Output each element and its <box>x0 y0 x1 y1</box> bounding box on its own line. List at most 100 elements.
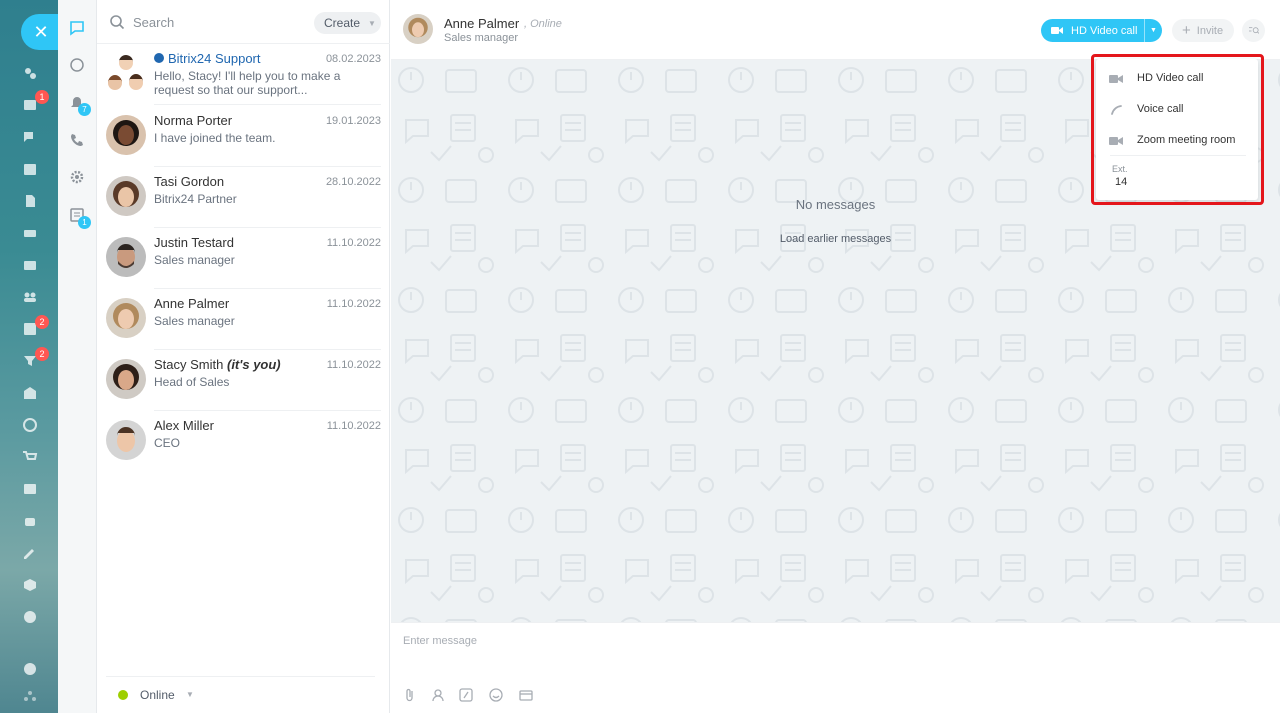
video-camera-icon <box>1051 27 1063 34</box>
paperclip-icon[interactable] <box>403 688 419 704</box>
chat-date: 11.10.2022 <box>326 420 381 432</box>
contact-center-icon[interactable] <box>21 480 39 498</box>
employees-icon[interactable] <box>21 288 39 306</box>
avatar <box>106 420 146 460</box>
search-messages-button[interactable] <box>1242 19 1265 42</box>
search-icon <box>109 14 125 30</box>
formatting-icon[interactable] <box>459 688 475 704</box>
header-position: Sales manager <box>444 32 518 44</box>
app-sidebar: ✕ 1 2 2 <box>0 0 61 713</box>
highlight-frame <box>1091 54 1264 205</box>
store-icon[interactable] <box>21 384 39 402</box>
avatar <box>106 176 146 216</box>
avatar <box>106 298 146 338</box>
marketing-icon[interactable] <box>21 416 39 434</box>
chat-name: Norma Porter <box>154 113 233 128</box>
divider <box>154 104 381 105</box>
recent-list: Create ▼ Bitrix24 Support 08.02.2023 Hell… <box>97 0 390 713</box>
chat-name: Bitrix24 Support <box>154 51 261 66</box>
tasks-badge: 2 <box>35 315 49 329</box>
search-list-icon <box>1248 26 1259 34</box>
chat-preview: I have joined the team. <box>154 131 276 145</box>
chat-preview: Hello, Stacy! I'll help you to make a re… <box>154 69 341 97</box>
chat-date: 11.10.2022 <box>326 237 381 249</box>
avatar <box>106 115 146 155</box>
search-bar: Create ▼ <box>97 0 390 44</box>
chat-name-text: Stacy Smith <box>154 357 224 372</box>
load-earlier-messages-link[interactable]: Load earlier messages <box>391 233 1280 245</box>
invite-label: Invite <box>1196 24 1224 37</box>
more-icon[interactable] <box>21 608 39 626</box>
chevron-down-icon[interactable]: ▼ <box>1144 19 1162 42</box>
chat-item-stacy-smith[interactable]: Stacy Smith (it's you) 11.10.2022 Head o… <box>97 350 390 411</box>
avatar <box>106 237 146 277</box>
activity-stream-icon[interactable] <box>21 64 39 82</box>
chat-name: Tasi Gordon <box>154 174 225 189</box>
avatar <box>106 359 146 399</box>
help-icon[interactable] <box>21 660 39 678</box>
messenger-nav: 7 1 <box>58 0 97 713</box>
chat-name: Anne Palmer <box>154 296 230 311</box>
message-composer <box>391 622 1280 713</box>
smile-icon[interactable] <box>489 688 505 704</box>
online-status-dot <box>118 690 128 700</box>
invite-button[interactable]: + Invite <box>1172 19 1234 42</box>
chat-item-alex-miller[interactable]: Alex Miller 11.10.2022 CEO <box>97 411 390 472</box>
calendar-icon[interactable] <box>21 160 39 178</box>
search-input[interactable] <box>133 12 303 32</box>
chat-item-tasi-gordon[interactable]: Tasi Gordon 28.10.2022 Bitrix24 Partner <box>97 167 390 228</box>
header-status: , Online <box>524 18 562 30</box>
chat-position: Bitrix24 Partner <box>154 192 237 206</box>
create-button-label: Create <box>324 16 361 30</box>
create-button[interactable]: Create ▼ <box>314 12 381 34</box>
phone-icon[interactable] <box>69 132 87 150</box>
chat-name: Alex Miller <box>154 418 214 433</box>
chat-date: 19.01.2023 <box>325 115 381 127</box>
crm-badge: 2 <box>35 347 49 361</box>
chevron-down-icon: ▼ <box>368 18 376 28</box>
header-name[interactable]: Anne Palmer <box>444 16 519 31</box>
chat-position: Head of Sales <box>154 375 230 389</box>
drive-icon[interactable] <box>21 224 39 242</box>
shop-cart-icon[interactable] <box>21 448 39 466</box>
chat-item-norma-porter[interactable]: Norma Porter 19.01.2023 I have joined th… <box>97 106 390 167</box>
open-lines-icon[interactable] <box>69 57 87 75</box>
chat-date: 28.10.2022 <box>325 176 381 188</box>
chat-name-text: Bitrix24 Support <box>168 51 261 66</box>
notifications-badge: 7 <box>78 103 91 116</box>
status-selector[interactable]: Online ▼ <box>106 676 375 713</box>
group-avatar <box>106 53 146 93</box>
gear-icon[interactable] <box>69 169 87 187</box>
apps-icon[interactable] <box>519 688 535 704</box>
user-icon[interactable] <box>431 688 447 704</box>
chat-icon[interactable] <box>21 128 39 146</box>
hd-video-call-button[interactable]: HD Video call ▼ <box>1041 19 1162 42</box>
chat-date: 08.02.2023 <box>325 53 381 65</box>
chat-item-anne-palmer[interactable]: Anne Palmer 11.10.2022 Sales manager <box>97 289 390 350</box>
message-input[interactable] <box>403 629 1263 653</box>
sign-icon[interactable] <box>21 544 39 562</box>
settings-dots-icon[interactable] <box>21 688 39 706</box>
chat-header: Anne Palmer , Online Sales manager HD Vi… <box>391 0 1280 60</box>
close-icon[interactable]: ✕ <box>21 14 61 50</box>
chat-name: Stacy Smith (it's you) <box>154 357 281 372</box>
chat-date: 11.10.2022 <box>326 298 381 310</box>
hd-video-call-label: HD Video call <box>1071 24 1138 37</box>
chat-item-bitrix24-support[interactable]: Bitrix24 Support 08.02.2023 Hello, Stacy… <box>97 44 390 105</box>
chat-position: Sales manager <box>154 314 235 328</box>
mail-icon[interactable] <box>21 256 39 274</box>
documents-icon[interactable] <box>21 192 39 210</box>
robot-icon[interactable] <box>21 512 39 530</box>
chat-item-justin-testard[interactable]: Justin Testard 11.10.2022 Sales manager <box>97 228 390 289</box>
chat-position: CEO <box>154 436 181 450</box>
inventory-icon[interactable] <box>21 576 39 594</box>
plus-icon: + <box>1182 22 1191 39</box>
chat-name: Justin Testard <box>154 235 234 250</box>
notes-badge: 1 <box>78 216 91 229</box>
chevron-down-icon: ▼ <box>186 690 194 699</box>
feed-badge: 1 <box>35 90 49 104</box>
header-avatar[interactable] <box>403 14 433 44</box>
status-label: Online <box>140 688 175 702</box>
chats-icon[interactable] <box>69 20 87 38</box>
chat-position: Sales manager <box>154 253 235 267</box>
